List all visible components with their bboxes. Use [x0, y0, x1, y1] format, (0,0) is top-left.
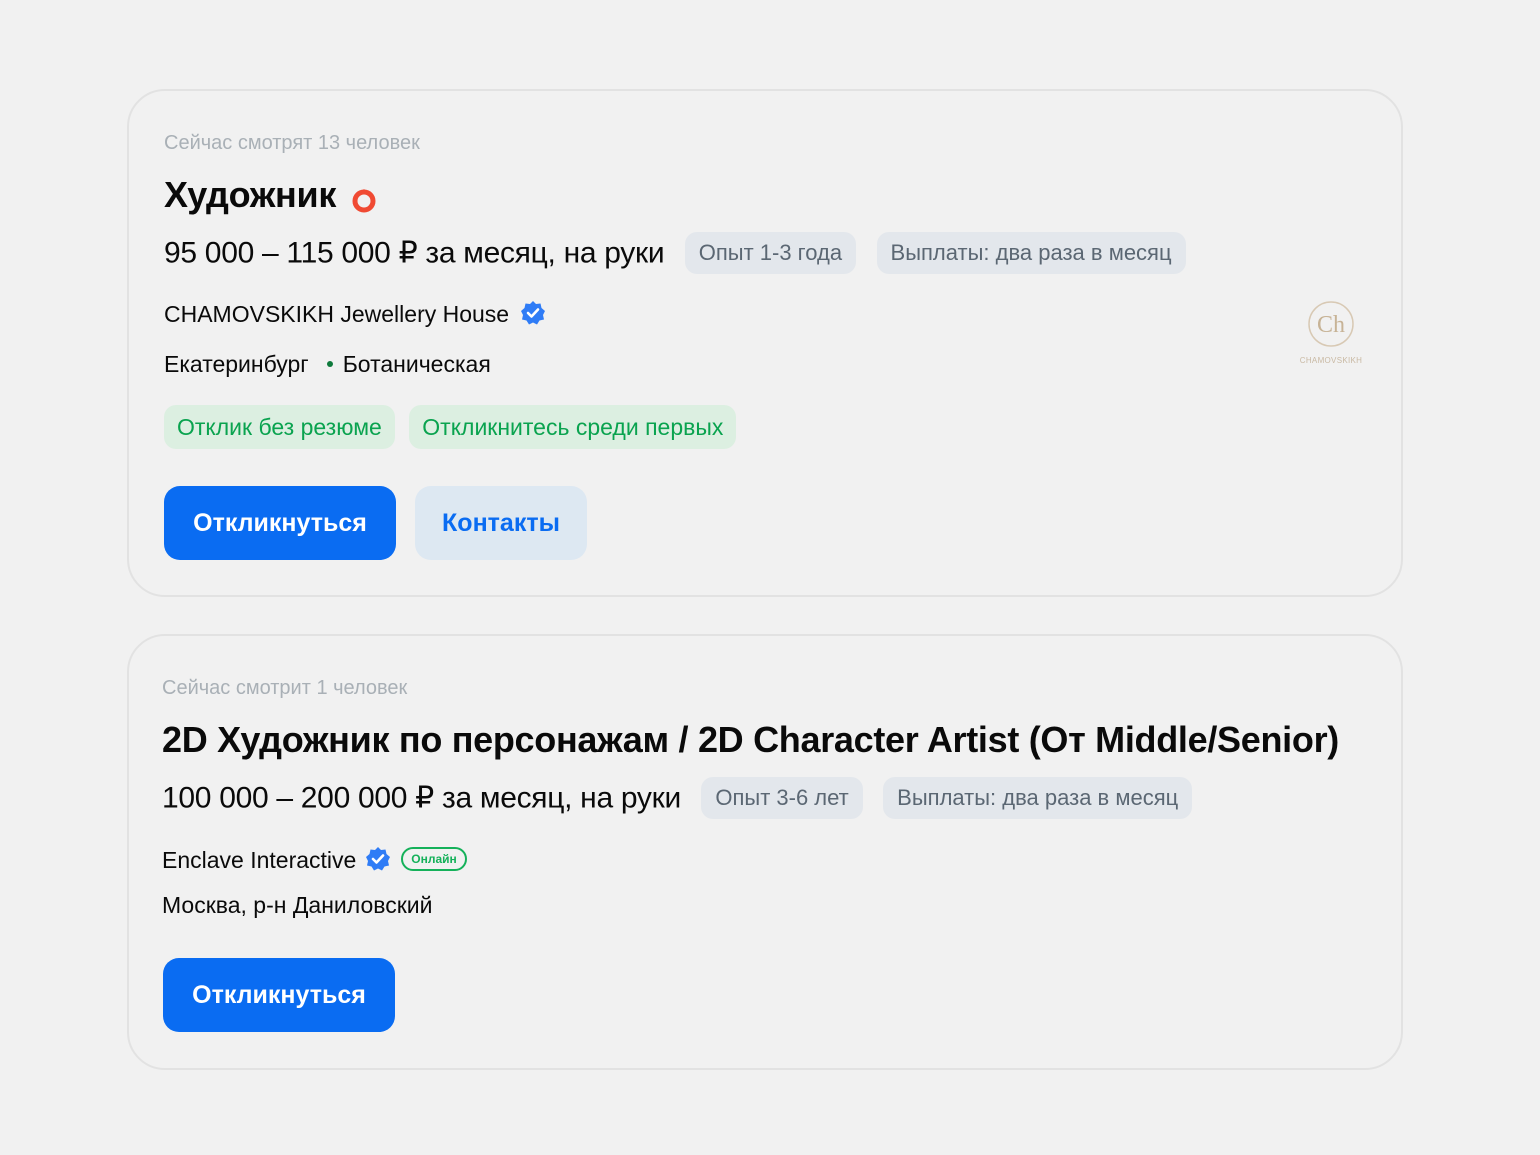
payouts-chip: Выплаты: два раза в месяц	[876, 232, 1186, 274]
apply-button[interactable]: Откликнуться	[164, 486, 396, 560]
metro-dot-icon	[326, 360, 333, 367]
experience-chip: Опыт 1-3 года	[684, 232, 857, 274]
vacancy-title-row: Художник	[164, 174, 377, 216]
verified-badge-icon	[520, 300, 546, 326]
vacancy-card[interactable]: Сейчас смотрят 13 человек Художник 95 00…	[127, 89, 1403, 597]
company-row: Enclave Interactive Онлайн	[162, 846, 467, 874]
city: Екатеринбург	[164, 351, 309, 377]
company-logo[interactable]: Ch CHAMOVSKIKH	[1286, 299, 1376, 379]
apply-button[interactable]: Откликнуться	[163, 958, 395, 1032]
tag-no-resume: Отклик без резюме	[164, 405, 395, 449]
salary: 95 000 – 115 000 ₽ за месяц, на руки	[164, 236, 665, 270]
salary-row: 100 000 – 200 000 ₽ за месяц, на руки Оп…	[162, 777, 1193, 819]
online-badge: Онлайн	[401, 846, 467, 871]
metro-station: Ботаническая	[342, 351, 491, 377]
location: Москва, р-н Даниловский	[162, 892, 433, 918]
contacts-button[interactable]: Контакты	[415, 486, 587, 560]
svg-text:Ch: Ch	[1317, 312, 1345, 338]
tags-row: Отклик без резюме Откликнитесь среди пер…	[164, 405, 737, 449]
salary-row: 95 000 – 115 000 ₽ за месяц, на руки Опы…	[164, 232, 1186, 274]
vacancy-card[interactable]: Сейчас смотрит 1 человек 2D Художник по …	[127, 634, 1403, 1070]
company-logo-mark: Ch	[1308, 301, 1354, 347]
company-row: CHAMOVSKIKH Jewellery House	[164, 300, 546, 328]
fire-icon	[351, 187, 377, 213]
location-row: Екатеринбург Ботаническая	[164, 351, 491, 378]
verified-badge-icon	[365, 846, 391, 872]
company-logo-text: CHAMOVSKIKH	[1299, 356, 1363, 365]
viewers-count: Сейчас смотрит 1 человек	[162, 677, 408, 699]
payouts-chip: Выплаты: два раза в месяц	[883, 777, 1193, 819]
viewers-count: Сейчас смотрят 13 человек	[164, 132, 420, 154]
company-name[interactable]: CHAMOVSKIKH Jewellery House	[164, 301, 509, 327]
company-name[interactable]: Enclave Interactive	[162, 847, 356, 873]
experience-chip: Опыт 3-6 лет	[701, 777, 863, 819]
vacancy-title[interactable]: 2D Художник по персонажам / 2D Character…	[162, 719, 1339, 761]
tag-first-responder: Откликнитесь среди первых	[409, 405, 737, 449]
salary: 100 000 – 200 000 ₽ за месяц, на руки	[162, 781, 681, 815]
vacancy-title[interactable]: Художник	[164, 174, 336, 215]
